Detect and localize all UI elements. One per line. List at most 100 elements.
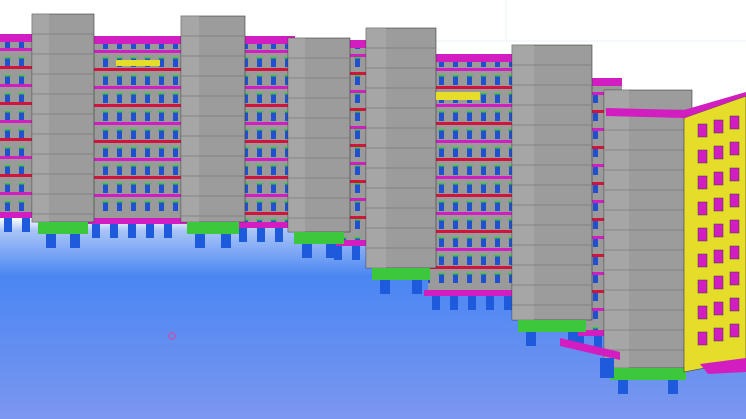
window: [697, 227, 708, 242]
column-base: [294, 232, 344, 244]
footing: [275, 228, 283, 242]
window: [697, 331, 708, 346]
window: [729, 115, 740, 130]
window: [713, 145, 724, 160]
roof-slab: [88, 36, 183, 44]
window: [697, 201, 708, 216]
window: [729, 141, 740, 156]
balcony-slab: [85, 122, 186, 125]
window: [713, 301, 724, 316]
core-tower: [603, 89, 693, 394]
footing: [668, 380, 678, 394]
building-model-render: [0, 0, 746, 419]
balcony-slab: [425, 140, 521, 143]
footing: [526, 332, 536, 346]
footing: [221, 234, 231, 248]
window: [729, 193, 740, 208]
tower-side: [181, 16, 199, 222]
balcony-slab: [85, 140, 186, 143]
window: [697, 305, 708, 320]
window: [713, 223, 724, 238]
column-base: [38, 222, 88, 234]
footing: [110, 224, 118, 238]
footing: [195, 234, 205, 248]
balcony-slab: [425, 122, 521, 125]
balcony-slab: [425, 266, 521, 269]
balcony-slab: [425, 248, 521, 251]
balcony-slab: [85, 68, 186, 71]
balcony-slab: [85, 176, 186, 179]
window: [697, 279, 708, 294]
balcony-slab: [425, 176, 521, 179]
footing: [239, 228, 247, 242]
balcony-slab: [425, 212, 521, 215]
window: [729, 297, 740, 312]
footing: [380, 280, 390, 294]
window: [729, 323, 740, 338]
model-viewport[interactable]: [0, 0, 746, 419]
window: [729, 245, 740, 260]
footing: [46, 234, 56, 248]
window: [697, 123, 708, 138]
column-base: [372, 268, 430, 280]
roof-accent: [436, 92, 480, 100]
footing: [432, 296, 440, 310]
footing: [352, 246, 360, 260]
footing: [146, 224, 154, 238]
footing: [450, 296, 458, 310]
footing: [600, 358, 614, 378]
column-base: [518, 320, 586, 332]
tower-side: [512, 45, 534, 320]
window: [697, 149, 708, 164]
window: [697, 253, 708, 268]
base-slab: [424, 290, 522, 296]
balcony-slab: [85, 104, 186, 107]
window: [729, 219, 740, 234]
footing: [504, 296, 512, 310]
core-tower: [511, 44, 593, 346]
footing: [486, 296, 494, 310]
window: [713, 275, 724, 290]
window: [697, 175, 708, 190]
core-tower: [287, 37, 351, 258]
tower-side: [32, 14, 49, 222]
column-base: [187, 222, 239, 234]
window: [713, 119, 724, 134]
balcony-slab: [425, 104, 521, 107]
column-base: [610, 368, 686, 380]
balcony-slab: [425, 158, 521, 161]
footing: [70, 234, 80, 248]
window: [713, 249, 724, 264]
window: [729, 271, 740, 286]
balcony-slab: [425, 194, 521, 197]
footing: [257, 228, 265, 242]
balcony-slab: [85, 50, 186, 53]
footing: [164, 224, 172, 238]
base-slab: [84, 218, 187, 224]
footing: [302, 244, 312, 258]
window: [729, 167, 740, 182]
window: [713, 171, 724, 186]
footing: [4, 218, 12, 232]
balcony-slab: [425, 230, 521, 233]
balcony-slab: [425, 68, 521, 71]
footing: [326, 244, 336, 258]
building-wing: [84, 36, 187, 238]
footing: [128, 224, 136, 238]
balcony-slab: [85, 86, 186, 89]
window: [713, 197, 724, 212]
balcony-slab: [85, 158, 186, 161]
tower-side: [604, 90, 629, 368]
footing: [22, 218, 30, 232]
footing: [92, 224, 100, 238]
footing: [412, 280, 422, 294]
core-tower: [180, 15, 246, 248]
window: [713, 327, 724, 342]
core-tower: [31, 13, 95, 248]
core-tower: [365, 27, 437, 294]
footing: [618, 380, 628, 394]
balcony-slab: [85, 194, 186, 197]
balcony-slab: [425, 86, 521, 89]
tower-side: [288, 38, 305, 232]
roof-slab: [428, 54, 518, 62]
